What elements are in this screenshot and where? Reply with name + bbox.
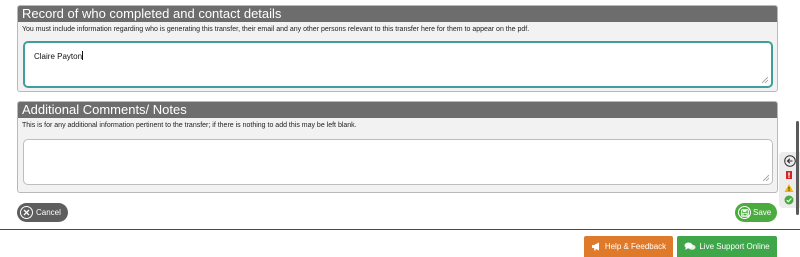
contact-details-value: Claire Payton — [34, 52, 83, 61]
cancel-button[interactable]: Cancel — [17, 203, 68, 222]
resize-grip-icon[interactable] — [762, 77, 768, 83]
contact-details-textarea[interactable]: Claire Payton — [23, 41, 773, 88]
help-feedback-button[interactable]: Help & Feedback — [584, 236, 673, 257]
additional-comments-description: This is for any additional information p… — [22, 122, 357, 129]
live-support-label: Live Support Online — [699, 242, 770, 251]
save-label: Save — [753, 208, 772, 217]
megaphone-icon — [591, 242, 599, 251]
contact-details-description: You must include information regarding w… — [22, 26, 530, 33]
floppy-disk-icon — [738, 206, 751, 219]
arrow-left-circle-icon[interactable] — [784, 155, 796, 167]
red-flag-icon[interactable] — [784, 170, 794, 180]
x-circle-icon — [20, 206, 33, 219]
resize-grip-icon[interactable] — [763, 175, 769, 181]
additional-comments-textarea[interactable] — [23, 139, 773, 185]
contact-details-title: Record of who completed and contact deta… — [18, 6, 777, 22]
help-feedback-label: Help & Feedback — [604, 242, 667, 251]
page-scrollbar[interactable] — [796, 121, 799, 215]
save-button[interactable]: Save — [735, 203, 777, 222]
green-check-icon[interactable] — [784, 195, 794, 205]
live-support-button[interactable]: Live Support Online — [677, 236, 777, 257]
chat-bubbles-icon — [684, 242, 696, 250]
additional-comments-panel: Additional Comments/ Notes This is for a… — [17, 101, 778, 193]
warning-triangle-icon[interactable] — [784, 183, 794, 193]
text-caret — [82, 51, 84, 60]
footer-divider — [0, 229, 800, 230]
contact-details-panel: Record of who completed and contact deta… — [17, 5, 778, 92]
additional-comments-title: Additional Comments/ Notes — [18, 102, 777, 118]
cancel-label: Cancel — [36, 208, 61, 217]
